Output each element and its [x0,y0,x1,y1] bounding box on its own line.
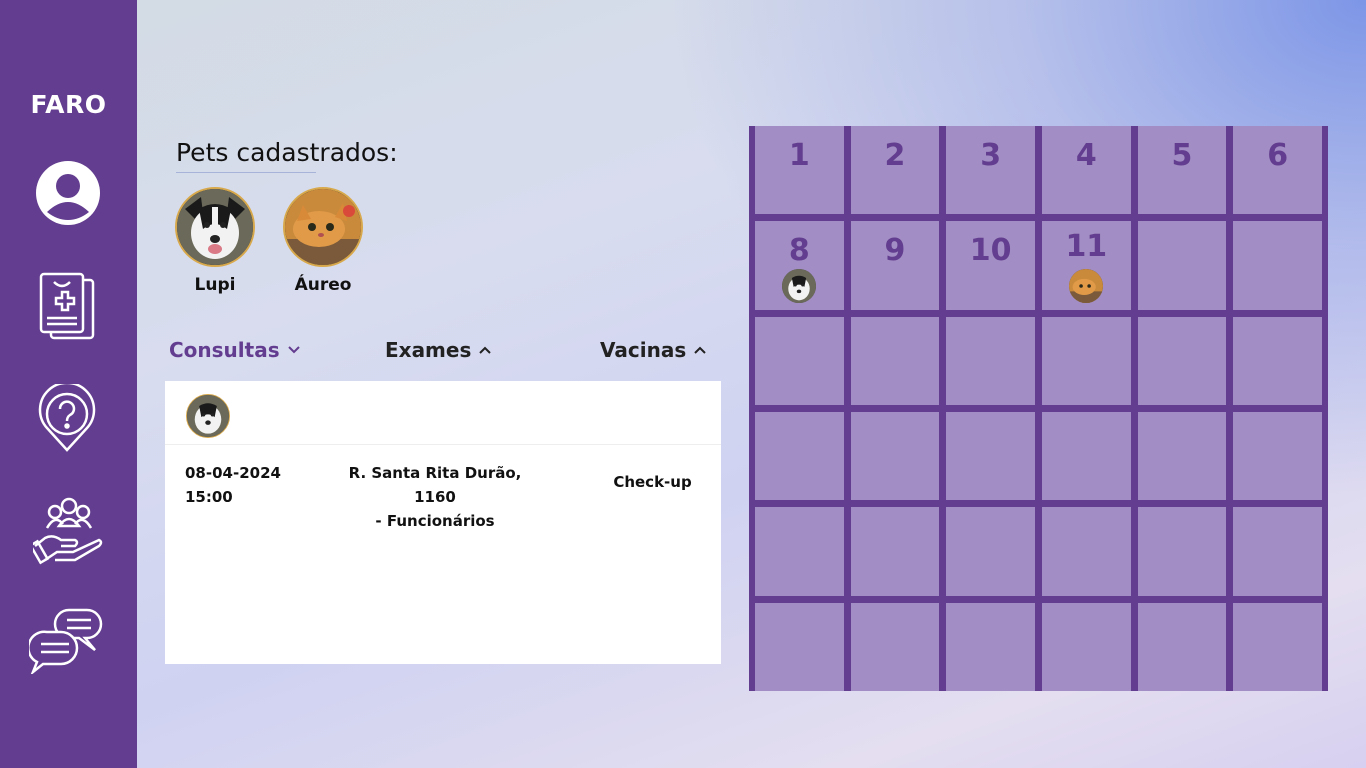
calendar-day[interactable] [1041,602,1131,691]
day-number: 9 [884,233,906,269]
day-number: 1 [788,138,810,173]
calendar-day[interactable] [1041,507,1131,596]
tab-exames[interactable]: Exames [385,338,492,362]
calendar-day[interactable] [1233,412,1322,501]
calendar-day[interactable] [755,507,844,596]
calendar-day[interactable] [1041,316,1131,405]
day-number: 6 [1267,138,1289,173]
calendar-day[interactable] [1137,412,1227,501]
calendar-day[interactable] [755,412,844,501]
calendar-day[interactable] [1137,221,1227,310]
calendar-day[interactable] [850,412,940,501]
calendar-day[interactable] [946,316,1035,405]
day-number: 10 [969,233,1012,269]
calendar-day[interactable]: 5 [1137,126,1227,215]
appointments-panel: 08-04-2024 15:00 R. Santa Rita Durão, 11… [165,381,721,664]
calendar-day[interactable] [755,602,844,691]
calendar-day[interactable] [755,316,844,405]
calendar-day[interactable] [1233,507,1322,596]
cat-photo[interactable] [1069,269,1104,304]
app-logo: FARO [30,90,107,119]
sidebar: FARO [0,0,137,768]
pets-title: Pets cadastrados: [176,138,398,167]
calendar-day[interactable] [1137,507,1227,596]
pet-card-aureo[interactable]: Áureo [273,187,373,295]
appointment-datetime: 08-04-2024 15:00 [185,461,281,509]
calendar-day[interactable]: 1 [755,126,844,215]
tab-label: Exames [385,338,472,362]
calendar-day[interactable]: 3 [946,126,1035,215]
appointment-type: Check-up [613,473,692,491]
dog-photo [186,394,230,438]
appointment-date: 08-04-2024 [185,464,281,482]
calendar-day[interactable]: 4 [1041,126,1131,215]
appointment-time: 15:00 [185,488,233,506]
tab-vacinas[interactable]: Vacinas [600,338,706,362]
day-number: 2 [884,138,906,173]
calendar-day[interactable] [946,412,1035,501]
pet-name: Áureo [294,275,352,295]
title-underline [176,172,316,173]
calendar-day[interactable] [946,602,1035,691]
calendar-day[interactable]: 11 [1041,221,1131,310]
tab-label: Consultas [169,338,280,362]
calendar-day[interactable] [1041,412,1131,501]
calendar-day[interactable]: 8 [755,221,844,310]
calendar-day[interactable]: 6 [1233,126,1322,215]
calendar-grid: 1 2 3 4 5 6 8 9 10 11 [749,126,1328,691]
calendar-day[interactable] [850,316,940,405]
appointment-address: R. Santa Rita Durão, 1160 - Funcionários [330,461,540,533]
calendar-day[interactable] [850,507,940,596]
dog-photo[interactable] [782,269,817,304]
community-care-icon[interactable] [33,494,105,566]
day-number: 3 [980,138,1002,173]
chevron-up-icon [479,342,492,358]
pet-name: Lupi [194,275,236,295]
medical-records-icon[interactable] [37,272,99,342]
calendar-day[interactable] [1137,602,1227,691]
calendar-day[interactable] [1233,221,1322,310]
calendar-day[interactable]: 10 [946,221,1035,310]
calendar-day[interactable] [850,602,940,691]
address-line-2: - Funcionários [375,512,495,530]
tab-consultas[interactable]: Consultas [169,338,300,362]
profile-icon[interactable] [35,160,101,226]
chevron-up-icon [694,342,706,358]
chevron-down-icon [287,342,300,358]
day-number: 5 [1171,138,1193,173]
dog-photo [175,187,255,267]
calendar-day[interactable] [946,507,1035,596]
chat-icon[interactable] [29,606,103,674]
appointment-header [165,381,721,445]
day-number: 11 [1065,229,1108,265]
tab-label: Vacinas [600,338,687,362]
calendar-day[interactable]: 2 [850,126,940,215]
day-number: 8 [788,233,810,269]
calendar-day[interactable] [1233,316,1322,405]
pet-card-lupi[interactable]: Lupi [165,187,265,295]
calendar-day[interactable]: 9 [850,221,940,310]
calendar-day[interactable] [1233,602,1322,691]
day-number: 4 [1075,138,1097,173]
help-location-icon[interactable] [37,384,97,454]
cat-photo [283,187,363,267]
calendar-day[interactable] [1137,316,1227,405]
address-line-1: R. Santa Rita Durão, 1160 [348,464,522,506]
